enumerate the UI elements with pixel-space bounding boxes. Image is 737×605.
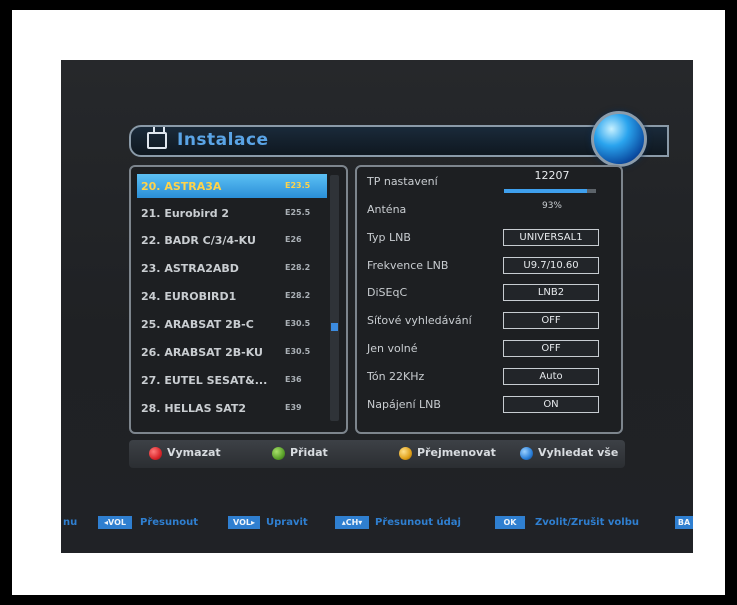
tv-screen: Instalace 20. ASTRA3A E23.5 21. Eurobird… bbox=[61, 60, 693, 553]
free-only-label: Jen volné bbox=[367, 342, 418, 355]
list-scrollbar[interactable] bbox=[330, 175, 339, 421]
vol-right-chip: VOL▸ bbox=[228, 516, 260, 529]
list-item[interactable]: 28. HELLAS SAT2 E39 bbox=[137, 396, 327, 420]
ok-chip: OK bbox=[495, 516, 525, 529]
free-only-field[interactable]: OFF bbox=[503, 340, 599, 357]
list-item[interactable]: 22. BADR C/3/4-KU E26 bbox=[137, 228, 327, 252]
add-button[interactable]: Přidat bbox=[272, 446, 328, 460]
tp-progress-bar bbox=[504, 189, 596, 193]
lnb-freq-field[interactable]: U9.7/10.60 bbox=[503, 257, 599, 274]
lnb-power-label: Napájení LNB bbox=[367, 398, 441, 411]
back-chip: BA bbox=[675, 516, 693, 529]
yellow-dot-icon bbox=[399, 446, 412, 460]
list-item[interactable]: 26. ARABSAT 2B-KU E30.5 bbox=[137, 340, 327, 364]
help-move-item-text: Přesunout údaj bbox=[375, 517, 461, 528]
diseqc-field[interactable]: LNB2 bbox=[503, 284, 599, 301]
red-dot-icon bbox=[149, 446, 162, 460]
lnb-type-field[interactable]: UNIVERSAL1 bbox=[503, 229, 599, 246]
antenna-label: Anténa bbox=[367, 203, 407, 216]
green-dot-icon bbox=[272, 446, 285, 460]
header-bar: Instalace bbox=[129, 125, 669, 157]
settings-panel: TP nastavení 12207 Anténa 93% Typ LNB UN… bbox=[355, 165, 623, 434]
list-item[interactable]: 24. EUROBIRD1 E28.2 bbox=[137, 284, 327, 308]
list-item[interactable]: 25. ARABSAT 2B-C E30.5 bbox=[137, 312, 327, 336]
tp-progress-fill bbox=[504, 189, 587, 193]
network-search-field[interactable]: OFF bbox=[503, 312, 599, 329]
network-search-label: Síťové vyhledávání bbox=[367, 314, 472, 327]
antenna-value: 93% bbox=[541, 201, 562, 211]
lnb-type-label: Typ LNB bbox=[367, 231, 411, 244]
delete-button[interactable]: Vymazat bbox=[149, 446, 221, 460]
color-key-bar: Vymazat Přidat Přejmenovat Vyhledat vše bbox=[129, 440, 625, 468]
globe-icon bbox=[591, 111, 647, 167]
vol-left-chip: ◂VOL bbox=[98, 516, 132, 529]
list-item[interactable]: 21. Eurobird 2 E25.5 bbox=[137, 201, 327, 225]
blue-dot-icon bbox=[520, 446, 533, 460]
list-item[interactable]: 27. EUTEL SESAT&... E36 bbox=[137, 368, 327, 392]
list-item[interactable]: 23. ASTRA2ABD E28.2 bbox=[137, 256, 327, 280]
scroll-thumb[interactable] bbox=[331, 323, 338, 331]
rename-button[interactable]: Přejmenovat bbox=[399, 446, 496, 460]
lnb-freq-label: Frekvence LNB bbox=[367, 259, 449, 272]
tp-label: TP nastavení bbox=[367, 175, 438, 188]
help-menu-text: nu bbox=[63, 517, 78, 528]
lnb-power-field[interactable]: ON bbox=[503, 396, 599, 413]
help-select-text: Zvolit/Zrušit volbu bbox=[535, 517, 639, 528]
search-all-button[interactable]: Vyhledat vše bbox=[520, 446, 618, 460]
page-title: Instalace bbox=[177, 130, 269, 150]
tp-value[interactable]: 12207 bbox=[507, 169, 597, 182]
satellite-list: 20. ASTRA3A E23.5 21. Eurobird 2 E25.5 2… bbox=[129, 165, 348, 434]
list-item[interactable]: 20. ASTRA3A E23.5 bbox=[137, 174, 327, 198]
diseqc-label: DiSEqC bbox=[367, 286, 408, 299]
tone22-label: Tón 22KHz bbox=[367, 370, 425, 383]
tv-icon bbox=[147, 132, 167, 149]
help-edit-text: Upravit bbox=[266, 517, 308, 528]
ch-chip: ▴CH▾ bbox=[335, 516, 369, 529]
tone22-field[interactable]: Auto bbox=[503, 368, 599, 385]
help-move-text: Přesunout bbox=[140, 517, 199, 528]
